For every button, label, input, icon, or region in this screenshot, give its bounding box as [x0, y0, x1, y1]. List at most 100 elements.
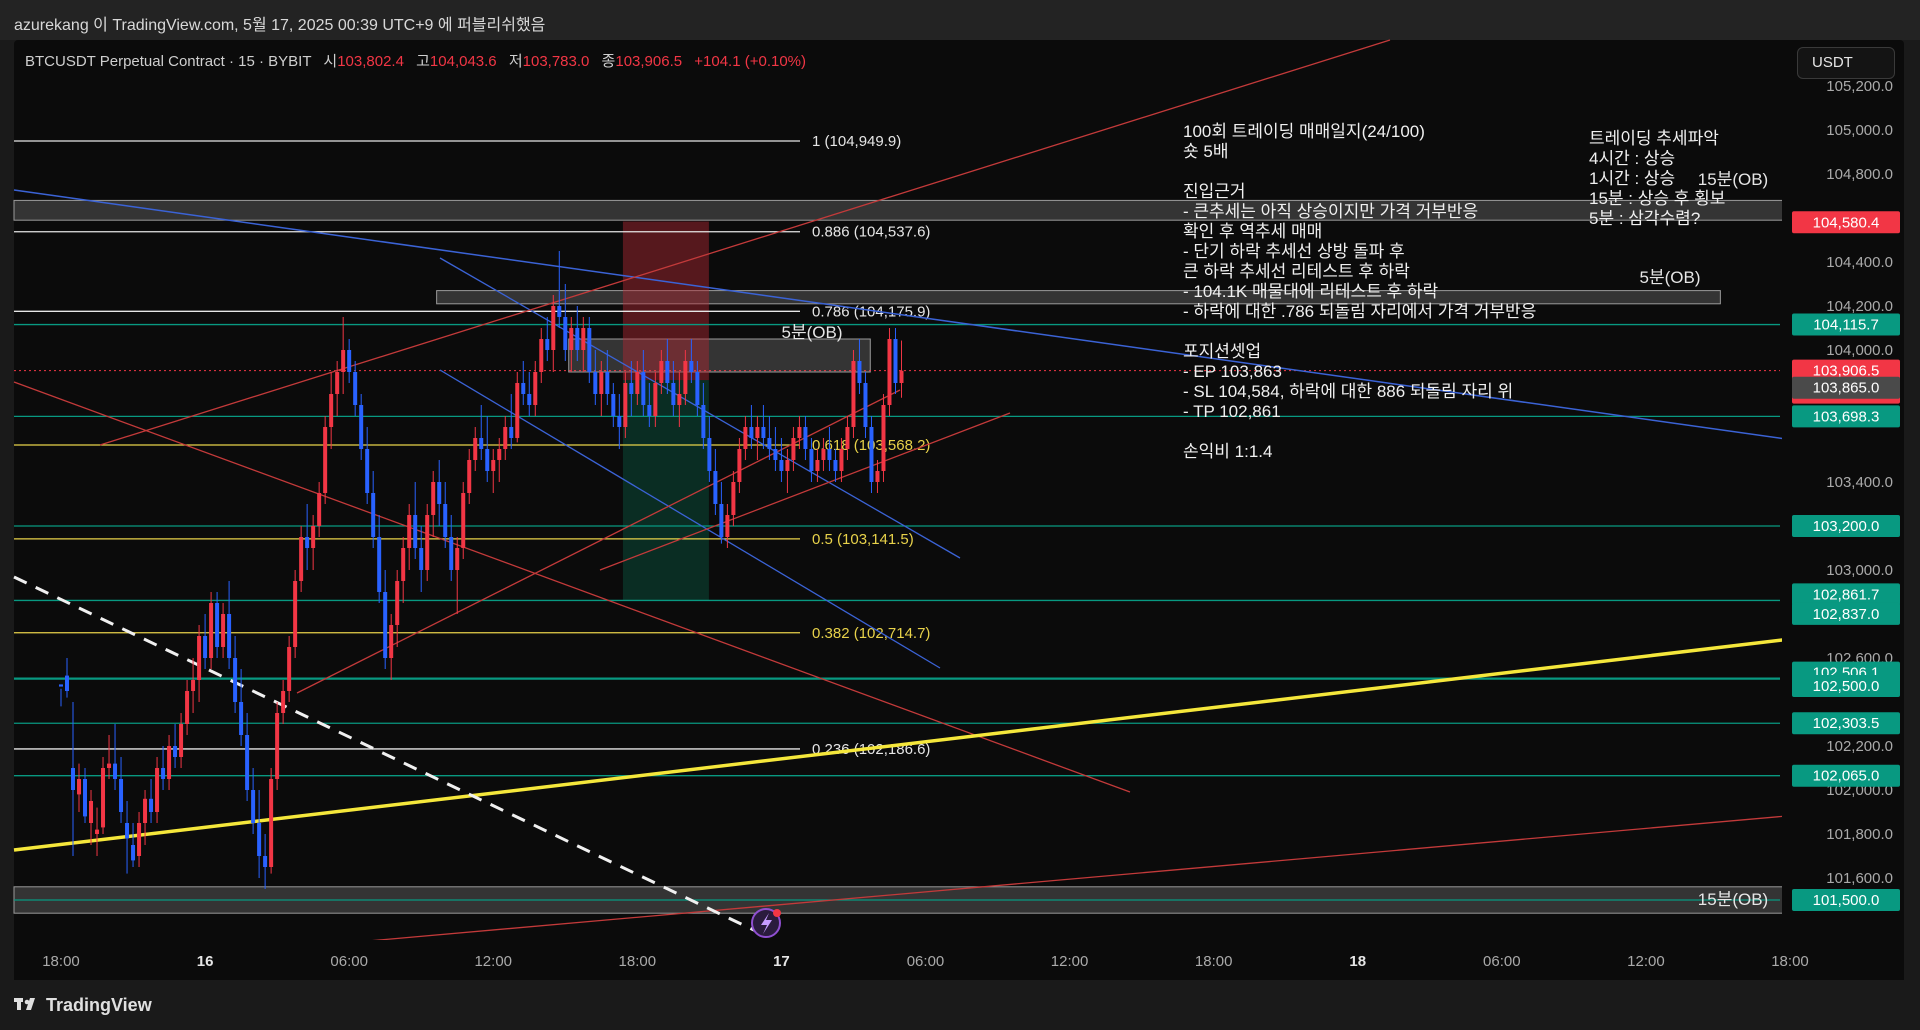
time-axis-tick: 06:00	[907, 953, 945, 970]
order-block-label: 15분(OB)	[1698, 170, 1768, 189]
candle-body	[533, 372, 538, 405]
candle-body	[851, 361, 856, 427]
journal-note-line: - SL 104,584, 하락에 대한 886 되돌림 자리 위	[1183, 382, 1513, 401]
candle-body	[263, 856, 268, 867]
price-axis-tick: 104,800.0	[1826, 166, 1893, 183]
candle-body	[809, 449, 814, 471]
candle-body	[635, 372, 640, 394]
candle-body	[407, 515, 412, 548]
trend-note-line: 5분 : 삼각수렴?	[1589, 209, 1700, 228]
candle-body	[137, 823, 142, 856]
candle-body	[281, 691, 286, 713]
candle-body	[131, 845, 136, 861]
candle-body	[797, 427, 802, 438]
symbol-name: BTCUSDT Perpetual Contract · 15 · BYBIT	[25, 53, 312, 70]
tradingview-logo[interactable]: TradingView	[14, 995, 152, 1016]
candle-body	[179, 724, 184, 757]
price-axis	[1782, 80, 1904, 940]
candle-body	[293, 581, 298, 647]
currency-button[interactable]: USDT	[1797, 47, 1895, 79]
close-value: 103,906.5	[615, 53, 683, 70]
candle-body	[767, 438, 772, 449]
candle-body	[641, 372, 646, 405]
candle-body	[857, 361, 862, 383]
candle-body	[209, 603, 214, 658]
change-value: +104.1 (+0.10%)	[694, 53, 807, 70]
time-axis	[14, 940, 1904, 980]
price-axis-tick: 105,000.0	[1826, 122, 1893, 139]
time-axis-tick: 18:00	[1195, 953, 1233, 970]
price-axis-tick: 101,600.0	[1826, 870, 1893, 887]
candle-body	[449, 537, 454, 570]
time-axis-tick: 12:00	[1627, 953, 1665, 970]
candle-body	[173, 746, 178, 757]
candle-body	[479, 438, 484, 449]
candle-body	[365, 449, 370, 493]
candle-body	[695, 372, 700, 405]
candle-body	[221, 614, 226, 647]
order-block-label: 5분(OB)	[782, 323, 843, 342]
candle-body	[659, 361, 664, 383]
high-label: 고	[416, 53, 430, 70]
candle-body	[389, 625, 394, 658]
candle-body	[197, 636, 202, 680]
candle-body	[95, 829, 100, 834]
footer	[0, 985, 1920, 1030]
candle-body	[311, 526, 316, 548]
candlestick-chart[interactable]: 1 (104,949.9) 0.886 (104,537.6) 0.786 (104…	[0, 0, 1920, 985]
candle-body	[491, 460, 496, 471]
trend-note-line: 15분 : 상승 후 횡보	[1589, 189, 1725, 208]
candle-body	[581, 328, 586, 350]
candle-body	[395, 581, 400, 625]
candle-body	[689, 361, 694, 372]
candle-body	[647, 405, 652, 416]
price-axis-tick: 101,800.0	[1826, 826, 1893, 843]
candle-body	[683, 361, 688, 394]
candle-body	[833, 460, 838, 471]
candle-body	[551, 306, 556, 350]
candle-body	[875, 471, 880, 482]
price-axis-tick: 104,000.0	[1826, 342, 1893, 359]
candle-body	[503, 427, 508, 449]
candle-body	[269, 779, 274, 867]
candle-body	[455, 548, 460, 570]
candle-body	[287, 647, 292, 691]
low-value: 103,783.0	[522, 53, 590, 70]
time-axis-tick: 16	[197, 953, 214, 970]
candle-body	[299, 537, 304, 581]
candle-body	[89, 801, 94, 823]
open-label: 시	[323, 53, 338, 70]
stop-loss-zone	[622, 221, 709, 381]
candle-body	[323, 427, 328, 493]
trend-note-line: 트레이딩 추세파악	[1589, 129, 1719, 148]
candle-body	[227, 614, 232, 658]
time-axis-tick: 17	[773, 953, 790, 970]
candle-body	[791, 438, 796, 460]
high-value: 104,043.6	[429, 53, 497, 70]
candle-body	[65, 675, 70, 691]
candle-body	[113, 763, 118, 779]
candle-body	[593, 372, 598, 394]
price-tag-label: 104,580.4	[1813, 214, 1880, 231]
price-tag-label: 102,500.0	[1813, 678, 1880, 695]
journal-note-line: 100회 트레이딩 매매일지(24/100)	[1183, 122, 1425, 141]
candle-body	[545, 339, 550, 350]
candle-body	[473, 438, 478, 460]
low-label: 저	[508, 53, 523, 70]
take-profit-zone	[622, 380, 709, 601]
candle-body	[239, 702, 244, 735]
candle-body	[887, 339, 892, 405]
candle-body	[539, 339, 544, 372]
candle-body	[371, 493, 376, 537]
fib-level-label: 1 (104,949.9)	[812, 133, 901, 150]
candle-body	[203, 636, 208, 658]
time-axis-tick: 12:00	[1051, 953, 1089, 970]
journal-note-line: - 단기 하락 추세선 상방 돌파 후	[1183, 242, 1405, 261]
price-axis-tick: 105,200.0	[1826, 78, 1893, 95]
candle-body	[155, 768, 160, 812]
candle-body	[743, 427, 748, 449]
candle-body	[569, 328, 574, 350]
symbol-legend: BTCUSDT Perpetual Contract · 15 · BYBIT …	[25, 50, 806, 71]
candle-body	[359, 405, 364, 449]
trend-note-line: 1시간 : 상승	[1589, 169, 1675, 188]
